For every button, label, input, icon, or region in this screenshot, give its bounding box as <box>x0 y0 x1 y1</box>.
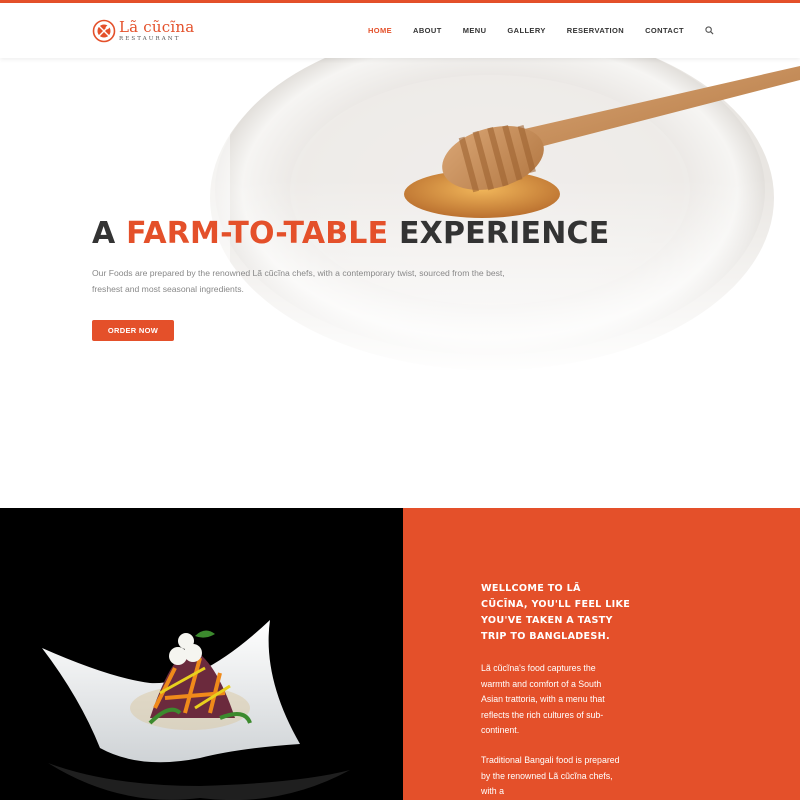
hero-title-prefix: A <box>92 216 127 251</box>
nav-menu[interactable]: MENU <box>463 26 487 35</box>
salad-dish-image <box>42 620 350 800</box>
brand-subtitle: RESTAURANT <box>119 35 181 42</box>
hero-section: A FARM-TO-TABLE EXPERIENCE Our Foods are… <box>0 58 800 508</box>
nav-reservation[interactable]: RESERVATION <box>567 26 624 35</box>
welcome-paragraph-1: Lã cũcĩna's food captures the warmth and… <box>481 663 605 735</box>
site-logo[interactable]: Lã cũcĩna RESTAURANT <box>92 17 194 45</box>
welcome-title: WELLCOME TO LÃ CŨCĨNA, YOU'LL FEEL LIKE … <box>481 583 631 642</box>
brand-name: Lã cũcĩna <box>119 17 195 36</box>
welcome-paragraph-2: Traditional Bangali food is prepared by … <box>481 755 620 796</box>
search-icon[interactable] <box>705 26 714 35</box>
nav-contact[interactable]: CONTACT <box>645 26 684 35</box>
nav-gallery[interactable]: GALLERY <box>507 26 545 35</box>
order-now-button[interactable]: ORDER NOW <box>92 320 174 341</box>
fork-spoon-plate-icon <box>92 19 116 43</box>
hero-title: A FARM-TO-TABLE EXPERIENCE <box>92 216 609 251</box>
dish-image-panel <box>0 508 403 800</box>
hero-description: Our Foods are prepared by the renowned L… <box>92 268 505 294</box>
main-nav: HOME ABOUT MENU GALLERY RESERVATION CONT… <box>347 3 714 58</box>
hero-title-accent: FARM-TO-TABLE <box>126 216 389 251</box>
nav-home[interactable]: HOME <box>368 26 392 35</box>
hero-title-suffix: EXPERIENCE <box>388 216 610 251</box>
site-header: Lã cũcĩna RESTAURANT HOME ABOUT MENU GAL… <box>0 3 800 58</box>
welcome-panel: WELLCOME TO LÃ CŨCĨNA, YOU'LL FEEL LIKE … <box>403 508 800 800</box>
nav-about[interactable]: ABOUT <box>413 26 442 35</box>
